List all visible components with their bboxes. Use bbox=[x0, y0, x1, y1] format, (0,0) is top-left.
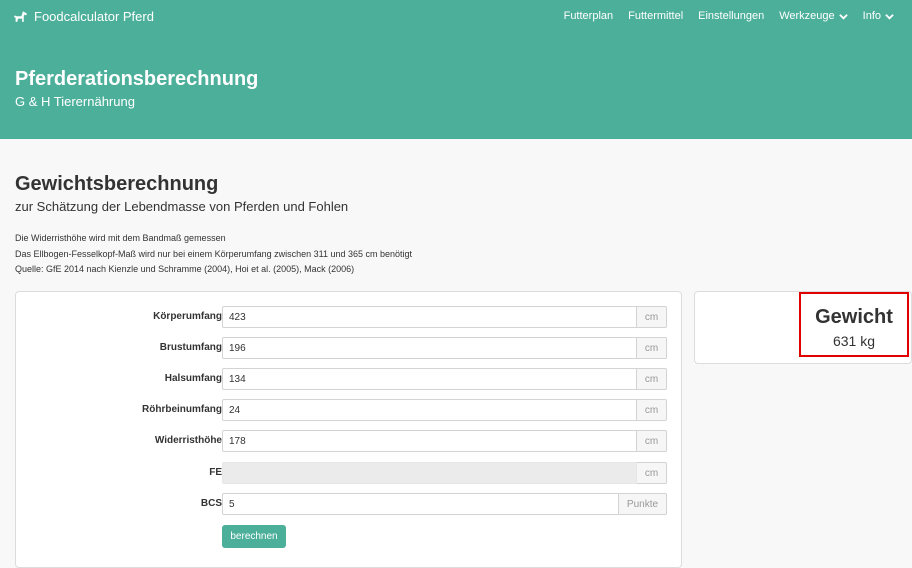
row-koerperumfang: Körperumfang cm bbox=[16, 306, 681, 328]
row-widerristhoehe: Widerristhöhe cm bbox=[16, 430, 681, 452]
row-fe: FE cm bbox=[16, 462, 681, 484]
koerperumfang-input[interactable] bbox=[222, 306, 637, 328]
chevron-down-icon bbox=[885, 13, 894, 20]
hero-subtitle: G & H Tierernährung bbox=[15, 94, 135, 109]
weight-label: Gewicht bbox=[815, 306, 893, 328]
bcs-input[interactable] bbox=[222, 493, 619, 515]
weight-result: Gewicht 631 kg bbox=[799, 292, 909, 357]
label-bcs: BCS bbox=[200, 498, 222, 509]
unit-halsumfang: cm bbox=[637, 368, 667, 390]
label-fe: FE bbox=[209, 467, 222, 478]
horse-icon bbox=[14, 10, 27, 22]
row-bcs: BCS Punkte bbox=[16, 493, 681, 515]
unit-fe: cm bbox=[637, 462, 667, 484]
brustumfang-input[interactable] bbox=[222, 337, 637, 359]
berechnen-button[interactable]: berechnen bbox=[222, 525, 286, 548]
nav-werkzeuge-label: Werkzeuge bbox=[779, 10, 835, 22]
page-title: Gewichtsberechnung bbox=[15, 173, 219, 195]
brand-label: Foodcalculator Pferd bbox=[34, 9, 154, 24]
unit-roehrbeinumfang: cm bbox=[637, 399, 667, 421]
unit-bcs: Punkte bbox=[619, 493, 667, 515]
chevron-down-icon bbox=[838, 13, 848, 20]
info-line-bandmass: Die Widerristhöhe wird mit dem Bandmaß g… bbox=[15, 233, 226, 243]
info-text: Die Widerristhöhe wird mit dem Bandmaß g… bbox=[15, 231, 412, 278]
roehrbeinumfang-input[interactable] bbox=[222, 399, 637, 421]
nav-info-dropdown[interactable]: Info bbox=[863, 10, 894, 22]
nav-futtermittel-label: Futtermittel bbox=[628, 10, 684, 22]
weight-form: Körperumfang cm Brustumfang cm Halsumfan… bbox=[15, 291, 682, 568]
unit-koerperumfang: cm bbox=[637, 306, 667, 328]
label-roehrbeinumfang: Röhrbeinumfang bbox=[142, 404, 222, 415]
unit-widerristhoehe: cm bbox=[637, 430, 667, 452]
label-brustumfang: Brustumfang bbox=[159, 342, 222, 353]
widerristhoehe-input[interactable] bbox=[222, 430, 637, 452]
unit-brustumfang: cm bbox=[637, 337, 667, 359]
brand[interactable]: Foodcalculator Pferd bbox=[14, 9, 154, 24]
row-roehrbeinumfang: Röhrbeinumfang cm bbox=[16, 399, 681, 421]
row-halsumfang: Halsumfang cm bbox=[16, 368, 681, 390]
page-subtitle: zur Schätzung der Lebendmasse von Pferde… bbox=[15, 199, 349, 214]
nav-futterplan[interactable]: Futterplan bbox=[564, 10, 614, 22]
nav-einstellungen-label: Einstellungen bbox=[698, 10, 765, 22]
label-widerristhoehe: Widerristhöhe bbox=[154, 435, 222, 446]
halsumfang-input[interactable] bbox=[222, 368, 637, 390]
nav-menu: Futterplan Futtermittel Einstellungen We… bbox=[564, 10, 894, 22]
hero-title: Pferderationsberechnung bbox=[15, 68, 259, 90]
nav-info-label: Info bbox=[862, 10, 881, 22]
hero-banner: Pferderationsberechnung G & H Tierernähr… bbox=[0, 36, 912, 139]
nav-einstellungen[interactable]: Einstellungen bbox=[698, 10, 764, 22]
info-line-ellbogen: Das Ellbogen-Fesselkopf-Maß wird nur bei… bbox=[15, 248, 413, 259]
navbar: Foodcalculator Pferd Futterplan Futtermi… bbox=[0, 0, 912, 36]
label-halsumfang: Halsumfang bbox=[164, 373, 222, 384]
label-koerperumfang: Körperumfang bbox=[153, 311, 222, 322]
info-line-quelle: Quelle: GfE 2014 nach Kienzle und Schram… bbox=[15, 264, 355, 274]
nav-futterplan-label: Futterplan bbox=[563, 10, 614, 22]
nav-futtermittel[interactable]: Futtermittel bbox=[628, 10, 683, 22]
row-brustumfang: Brustumfang cm bbox=[16, 337, 681, 359]
weight-value: 631 kg bbox=[832, 333, 876, 349]
fe-input[interactable] bbox=[222, 462, 637, 484]
nav-werkzeuge-dropdown[interactable]: Werkzeuge bbox=[779, 10, 848, 22]
